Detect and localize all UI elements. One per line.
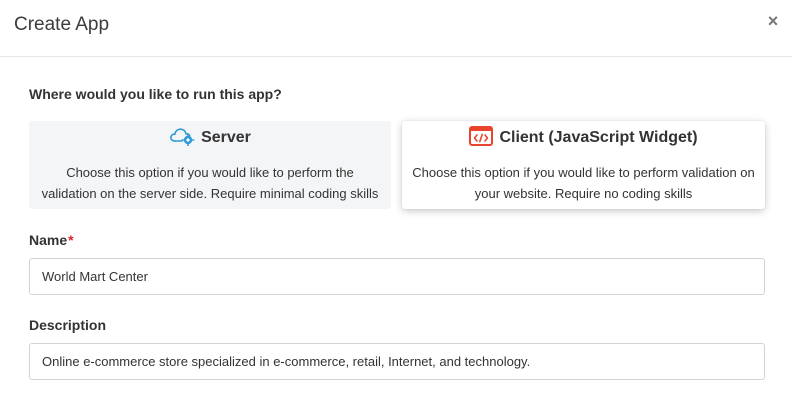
server-option-description: Choose this option if you would like to …: [41, 165, 379, 201]
server-option-card[interactable]: Server Choose this option if you would l…: [29, 121, 391, 209]
run-location-question: Where would you like to run this app?: [29, 86, 282, 102]
close-button[interactable]: ×: [764, 12, 782, 30]
required-marker: *: [68, 232, 74, 248]
modal-title: Create App: [14, 14, 110, 35]
modal-header: Create App ×: [0, 0, 792, 57]
server-option-header: Server: [29, 127, 391, 149]
description-input[interactable]: [29, 343, 765, 380]
name-input[interactable]: [29, 258, 765, 295]
server-option-title: Server: [201, 129, 251, 146]
close-icon[interactable]: ×: [768, 11, 779, 31]
client-option-description: Choose this option if you would like to …: [412, 165, 755, 201]
client-option-header: Client (JavaScript Widget): [402, 125, 765, 151]
code-icon: [469, 125, 494, 151]
name-label: Name*: [29, 232, 74, 248]
client-option-title: Client (JavaScript Widget): [499, 129, 698, 146]
name-label-text: Name: [29, 232, 68, 248]
cloud-gear-icon: [169, 126, 195, 151]
description-label: Description: [29, 317, 107, 333]
client-option-card[interactable]: Client (JavaScript Widget) Choose this o…: [402, 121, 765, 209]
